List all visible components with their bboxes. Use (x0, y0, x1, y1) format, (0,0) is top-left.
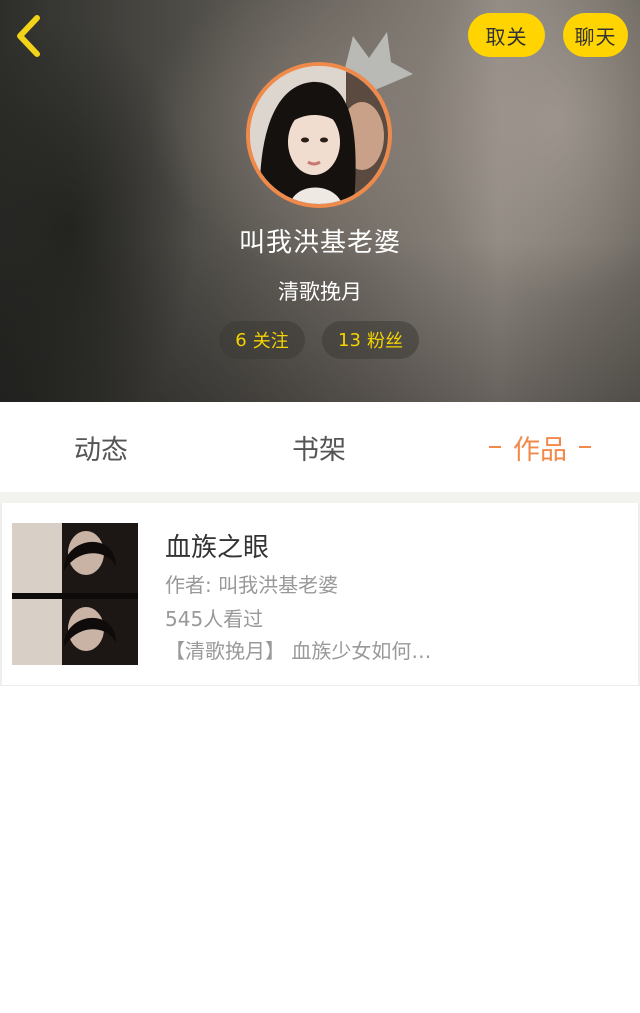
chevron-left-icon (17, 15, 40, 57)
work-views-suffix: 人看过 (203, 607, 264, 631)
work-cover[interactable] (12, 523, 138, 665)
back-button[interactable] (8, 12, 48, 60)
profile-page: 取关 聊天 叫我洪基老婆 清歌挽月 6 关注 13 粉丝 动态 书架 作品 血族… (0, 0, 640, 1013)
fans-label: 粉丝 (366, 331, 403, 352)
tab-active-dash-right (579, 446, 591, 448)
profile-tabs: 动态 书架 作品 (0, 402, 640, 492)
tab-bookshelf[interactable]: 书架 (258, 402, 380, 492)
tab-label: 动态 (74, 434, 128, 466)
following-label: 关注 (252, 331, 289, 352)
tab-active-dash-left (489, 446, 501, 448)
work-author-line: 作者: 叫我洪基老婆 (165, 569, 338, 598)
work-description: 【清歌挽月】 血族少女如何… (165, 639, 432, 663)
work-views-count: 545 (165, 607, 204, 631)
section-divider (0, 492, 640, 503)
tab-label: 作品 (513, 434, 567, 466)
work-views-line: 545人看过 (165, 603, 263, 632)
fans-count: 13 (338, 329, 361, 351)
work-list-item[interactable]: 血族之眼 作者: 叫我洪基老婆 545人看过 【清歌挽月】 血族少女如何… (0, 503, 640, 686)
tab-label: 书架 (292, 434, 346, 466)
header-shade (0, 242, 640, 402)
work-author: 叫我洪基老婆 (218, 573, 339, 597)
tab-activity[interactable]: 动态 (40, 402, 162, 492)
avatar[interactable] (246, 62, 392, 208)
work-author-label: 作者: (165, 573, 212, 597)
following-stat[interactable]: 6 关注 (219, 321, 305, 359)
work-title: 血族之眼 (165, 533, 270, 563)
unfollow-label: 取关 (485, 24, 528, 49)
tab-works[interactable]: 作品 (470, 402, 610, 492)
fans-stat[interactable]: 13 粉丝 (322, 321, 419, 359)
signature: 清歌挽月 (278, 280, 362, 304)
username: 叫我洪基老婆 (238, 228, 401, 258)
unfollow-button[interactable]: 取关 (468, 13, 545, 57)
following-count: 6 (235, 329, 247, 351)
avatar-image (250, 66, 388, 204)
chat-label: 聊天 (574, 24, 617, 49)
profile-header: 取关 聊天 叫我洪基老婆 清歌挽月 6 关注 13 粉丝 (0, 0, 640, 402)
chat-button[interactable]: 聊天 (563, 13, 628, 57)
work-cover-image (12, 523, 138, 665)
